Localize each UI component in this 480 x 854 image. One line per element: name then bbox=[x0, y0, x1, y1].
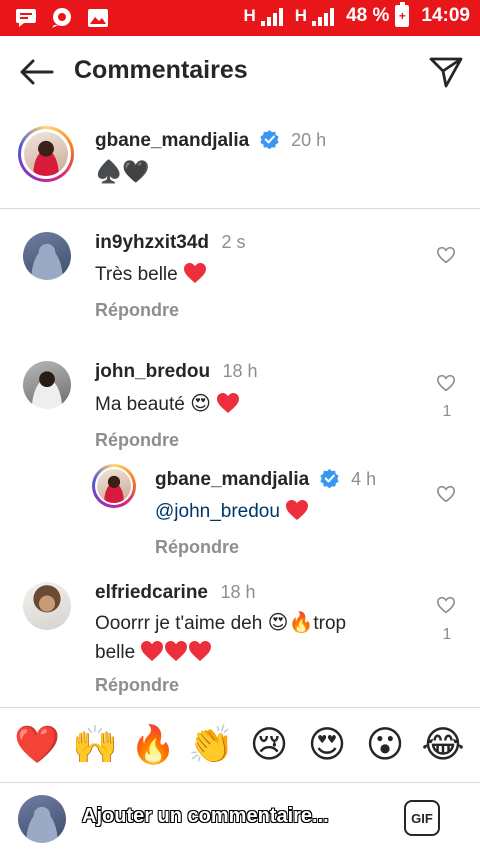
heart-eyes-emoji: 😍 bbox=[267, 610, 289, 634]
post-caption: gbane_mandjalia 20 h ♠️🖤 bbox=[0, 122, 480, 209]
emoji-laughing-button[interactable]: 😂 bbox=[419, 725, 467, 765]
red-heart-emoji bbox=[165, 641, 188, 661]
battery-percent: 48 % bbox=[346, 5, 390, 26]
red-heart-emoji bbox=[189, 641, 212, 661]
page-title: Commentaires bbox=[74, 56, 248, 84]
comment-text-content: belle bbox=[95, 642, 136, 663]
comment: john_bredou 18 h Ma beauté 😍 Répondre 1 bbox=[0, 357, 480, 453]
post-caption-text: ♠️🖤 bbox=[95, 160, 150, 185]
message-icon bbox=[14, 7, 38, 29]
emoji-crying-button[interactable]: 😢 bbox=[245, 725, 293, 765]
mention-link[interactable]: @john_bredou bbox=[155, 501, 280, 522]
avatar[interactable] bbox=[23, 361, 71, 409]
like-count: 1 bbox=[442, 626, 452, 643]
red-heart-emoji bbox=[184, 263, 206, 283]
share-button[interactable] bbox=[428, 54, 464, 90]
post-time: 20 h bbox=[291, 130, 327, 150]
comment-username[interactable]: john_bredou bbox=[95, 361, 210, 382]
comment-input[interactable] bbox=[82, 805, 382, 833]
system-indicators: H H 48 % + 14:09 bbox=[244, 2, 470, 27]
location-chat-icon bbox=[50, 7, 74, 29]
comment-text: Très belle bbox=[95, 262, 246, 286]
verified-badge-icon bbox=[260, 130, 279, 149]
heart-eyes-emoji: 😍 bbox=[190, 391, 211, 415]
battery-icon: + bbox=[395, 2, 410, 27]
network-type-label: H bbox=[243, 6, 256, 25]
gif-button[interactable]: GIF bbox=[404, 800, 440, 836]
comment-time: 18 h bbox=[222, 361, 258, 381]
like-count: 1 bbox=[442, 403, 452, 420]
reply-button[interactable]: Répondre bbox=[95, 300, 246, 321]
reply-button[interactable]: Répondre bbox=[95, 430, 258, 451]
network-type-label: H bbox=[294, 6, 308, 25]
comment-username[interactable]: gbane_mandjalia bbox=[155, 469, 309, 490]
comment-username[interactable]: elfriedcarine bbox=[95, 582, 208, 603]
paper-plane-icon bbox=[429, 57, 463, 88]
reply-button[interactable]: Répondre bbox=[95, 675, 415, 696]
comment-text-content: trop bbox=[313, 613, 347, 634]
post-author-username[interactable]: gbane_mandjalia bbox=[95, 130, 249, 151]
reply-comment: gbane_mandjalia 4 h @john_bredou Répondr… bbox=[0, 464, 480, 560]
heart-outline-icon[interactable] bbox=[436, 374, 456, 392]
comment-text: Ooorrr je t'aime deh 😍🔥trop belle bbox=[95, 608, 415, 667]
notification-icons bbox=[14, 7, 110, 29]
image-icon bbox=[86, 7, 110, 29]
comment-text: @john_bredou bbox=[155, 499, 376, 523]
fire-emoji: 🔥 bbox=[288, 610, 314, 634]
red-heart-emoji bbox=[286, 500, 309, 520]
arrow-left-icon bbox=[20, 59, 54, 85]
signal-bars-icon bbox=[312, 8, 335, 26]
comment-text-content: Ma beauté bbox=[95, 394, 185, 415]
signal-2: H bbox=[294, 6, 335, 26]
comment: in9yhzxit34d 2 s Très belle Répondre bbox=[0, 228, 480, 324]
clock: 14:09 bbox=[421, 5, 470, 26]
heart-outline-icon[interactable] bbox=[436, 596, 456, 614]
emoji-clapping-button[interactable]: 👏 bbox=[187, 725, 235, 765]
comment-text: Ma beauté 😍 bbox=[95, 391, 258, 416]
avatar[interactable] bbox=[92, 464, 136, 508]
signal-1: H bbox=[244, 6, 283, 26]
signal-bars-icon bbox=[260, 8, 283, 26]
red-heart-emoji bbox=[141, 641, 164, 661]
comment-composer: Ajouter un commentaire... GIF bbox=[0, 783, 480, 854]
emoji-raised-hands-button[interactable]: 🙌 bbox=[71, 725, 119, 765]
user-avatar bbox=[18, 795, 66, 843]
emoji-reaction-bar: ❤️ 🙌 🔥 👏 😢 😍 😮 😂 bbox=[0, 707, 480, 783]
avatar bbox=[24, 132, 68, 176]
avatar[interactable] bbox=[23, 232, 71, 280]
emoji-surprised-button[interactable]: 😮 bbox=[361, 725, 409, 765]
emoji-red-heart-button[interactable]: ❤️ bbox=[13, 725, 61, 765]
emoji-fire-button[interactable]: 🔥 bbox=[129, 725, 177, 765]
comment-time: 2 s bbox=[221, 232, 246, 252]
comment-time: 4 h bbox=[351, 469, 377, 489]
heart-outline-icon[interactable] bbox=[436, 485, 456, 503]
back-button[interactable] bbox=[16, 56, 56, 88]
verified-badge-icon bbox=[320, 469, 339, 488]
comment-username[interactable]: in9yhzxit34d bbox=[95, 232, 209, 253]
red-heart-emoji bbox=[217, 393, 240, 413]
post-author-avatar[interactable] bbox=[18, 126, 74, 182]
heart-outline-icon[interactable] bbox=[436, 246, 456, 264]
comment-text-content: Très belle bbox=[95, 264, 178, 285]
header: Commentaires bbox=[0, 36, 480, 108]
comment-time: 18 h bbox=[220, 582, 256, 602]
avatar-image bbox=[97, 469, 131, 503]
reply-button[interactable]: Répondre bbox=[155, 537, 376, 558]
comment-text-content: Ooorrr je t'aime deh bbox=[95, 613, 263, 634]
emoji-heart-eyes-button[interactable]: 😍 bbox=[303, 725, 351, 765]
comment: elfriedcarine 18 h Ooorrr je t'aime deh … bbox=[0, 578, 480, 703]
status-bar: H H 48 % + 14:09 bbox=[0, 0, 480, 36]
avatar[interactable] bbox=[23, 582, 71, 630]
